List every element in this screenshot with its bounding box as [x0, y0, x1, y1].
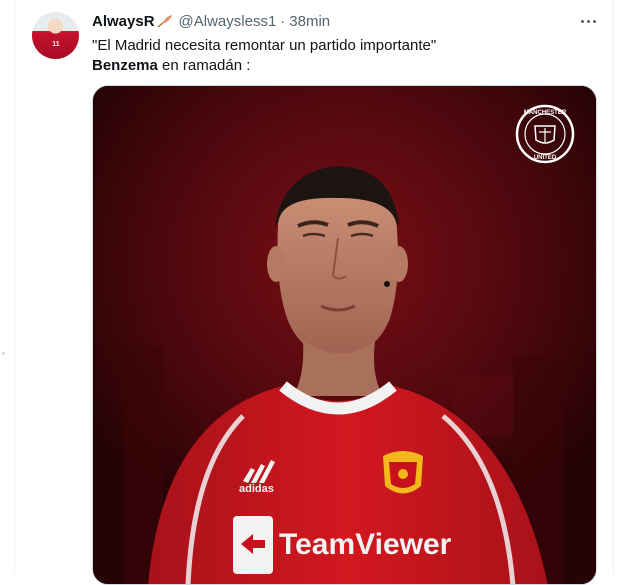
separator-dot: · — [280, 12, 286, 30]
video-frame: adidas TeamViewer MANCHESTER UNITED — [93, 86, 596, 584]
tweet-text: "El Madrid necesita remontar un partido … — [92, 36, 436, 76]
tweet-line-1: "El Madrid necesita remontar un partido … — [92, 37, 437, 54]
tweet-line-2-rest: en ramadán : — [157, 57, 251, 74]
svg-text:MANCHESTER: MANCHESTER — [524, 110, 567, 116]
display-name[interactable]: AlwaysR — [92, 13, 155, 30]
tweet-bold-mention: Benzema — [92, 57, 158, 74]
feather-icon — [157, 15, 172, 28]
user-handle[interactable]: @Alwaysless1 — [179, 13, 277, 30]
shirt-crest-icon — [383, 451, 423, 494]
svg-text:TeamViewer: TeamViewer — [279, 528, 452, 561]
club-crest-icon: MANCHESTER UNITED — [515, 104, 575, 164]
tweet-media-video[interactable]: adidas TeamViewer MANCHESTER UNITED — [92, 85, 597, 585]
avatar-shirt-number: 11 — [52, 41, 60, 48]
svg-text:UNITED: UNITED — [534, 155, 557, 161]
svg-text:adidas: adidas — [239, 483, 274, 495]
avatar[interactable]: 11 — [32, 12, 79, 59]
more-icon[interactable] — [577, 12, 599, 30]
tweet-card[interactable]: 11 AlwaysR @Alwaysless1 · 38min "El Madr… — [14, 0, 614, 585]
timestamp[interactable]: 38min — [289, 13, 330, 30]
tweet-header: AlwaysR @Alwaysless1 · 38min — [92, 12, 330, 30]
side-dot — [2, 352, 5, 355]
tweet-line-2: Benzema en ramadán : — [92, 56, 436, 76]
